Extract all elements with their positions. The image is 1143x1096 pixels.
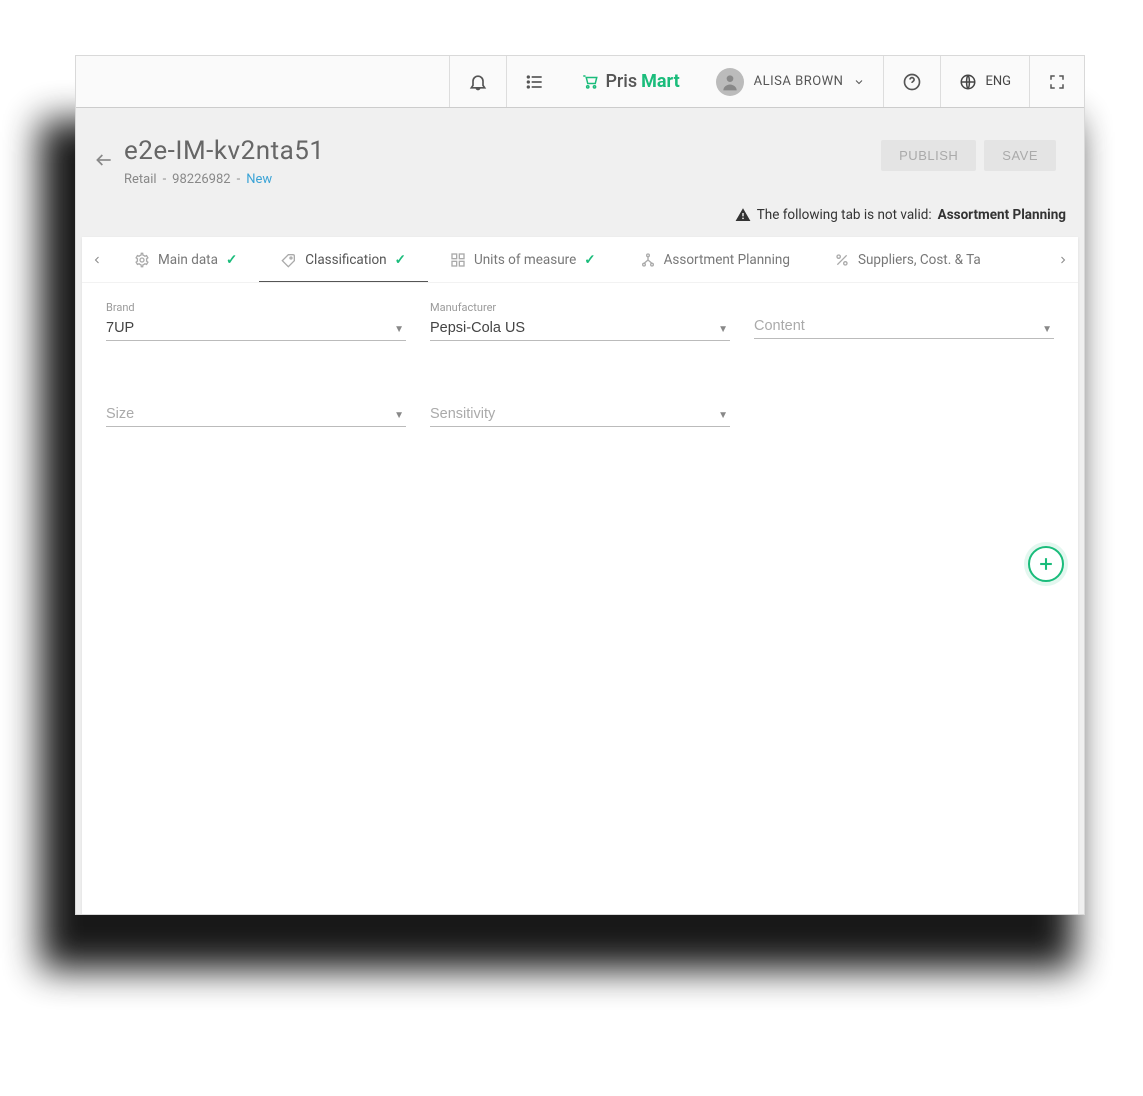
- chevron-down-icon: [853, 76, 865, 88]
- content-card: Main data ✓ Classification ✓ Units of me…: [82, 237, 1078, 914]
- brand-input[interactable]: [106, 316, 406, 341]
- warning-text: The following tab is not valid:: [757, 207, 932, 223]
- language-label: ENG: [985, 74, 1011, 89]
- person-icon: [720, 72, 740, 92]
- tab-label: Main data: [158, 252, 218, 268]
- size-input[interactable]: [106, 402, 406, 427]
- tab-assortment-planning[interactable]: Assortment Planning: [618, 237, 812, 282]
- notifications-button[interactable]: [449, 56, 506, 107]
- avatar: [716, 68, 744, 96]
- help-button[interactable]: [883, 56, 940, 107]
- logo-text-pris: Pris: [605, 71, 637, 92]
- validation-warning: The following tab is not valid: Assortme…: [76, 199, 1084, 237]
- cart-icon: [581, 73, 599, 91]
- language-selector[interactable]: ENG: [940, 56, 1029, 107]
- warning-icon: [735, 207, 751, 223]
- user-menu[interactable]: ALISA BROWN: [698, 56, 884, 107]
- back-button[interactable]: [94, 136, 114, 174]
- save-button[interactable]: SAVE: [984, 140, 1056, 171]
- breadcrumb-status: New: [246, 172, 272, 187]
- hierarchy-icon: [640, 252, 656, 268]
- content-field[interactable]: ▼: [754, 301, 1054, 341]
- tab-strip: Main data ✓ Classification ✓ Units of me…: [82, 237, 1078, 283]
- sensitivity-input[interactable]: [430, 402, 730, 427]
- chevron-left-icon: [91, 254, 103, 266]
- check-icon: ✓: [584, 252, 595, 268]
- tab-label: Units of measure: [474, 252, 576, 268]
- globe-icon: [959, 73, 977, 91]
- topbar: PrisMart ALISA BROWN ENG: [76, 56, 1084, 108]
- app-logo[interactable]: PrisMart: [563, 56, 697, 107]
- gear-icon: [134, 252, 150, 268]
- manufacturer-field[interactable]: Manufacturer ▼: [430, 301, 730, 341]
- tabs-scroll-left[interactable]: [82, 237, 112, 282]
- field-label: Brand: [106, 301, 406, 314]
- list-icon: [525, 72, 545, 92]
- breadcrumb: Retail - 98226982 - New: [124, 172, 871, 187]
- logo-text-mart: Mart: [641, 71, 680, 92]
- breadcrumb-category: Retail: [124, 172, 157, 187]
- add-fab-button[interactable]: [1028, 546, 1064, 582]
- tag-icon: [281, 252, 297, 268]
- help-icon: [902, 72, 922, 92]
- chevron-right-icon: [1057, 254, 1069, 266]
- fullscreen-button[interactable]: [1029, 56, 1084, 107]
- percent-icon: [834, 252, 850, 268]
- tab-label: Classification: [305, 252, 386, 268]
- content-input[interactable]: [754, 314, 1054, 339]
- tab-main-data[interactable]: Main data ✓: [112, 237, 259, 282]
- tabs-scroll-right[interactable]: [1048, 237, 1078, 282]
- warning-tab-name: Assortment Planning: [938, 207, 1066, 223]
- user-name: ALISA BROWN: [754, 74, 844, 89]
- breadcrumb-id: 98226982: [172, 172, 230, 187]
- check-icon: ✓: [395, 252, 406, 268]
- grid-icon: [450, 252, 466, 268]
- field-label: Manufacturer: [430, 301, 730, 314]
- bell-icon: [468, 72, 488, 92]
- tab-suppliers-cost[interactable]: Suppliers, Cost. & Ta: [812, 237, 1003, 282]
- app-window: PrisMart ALISA BROWN ENG: [75, 55, 1085, 915]
- menu-list-button[interactable]: [506, 56, 563, 107]
- sensitivity-field[interactable]: ▼: [430, 389, 730, 427]
- tab-label: Suppliers, Cost. & Ta: [858, 252, 981, 268]
- check-icon: ✓: [226, 252, 237, 268]
- brand-field[interactable]: Brand ▼: [106, 301, 406, 341]
- publish-button[interactable]: PUBLISH: [881, 140, 976, 171]
- plus-icon: [1036, 554, 1056, 574]
- size-field[interactable]: ▼: [106, 389, 406, 427]
- tab-label: Assortment Planning: [664, 252, 790, 268]
- page-header: e2e-IM-kv2nta51 Retail - 98226982 - New …: [76, 108, 1084, 199]
- page-title: e2e-IM-kv2nta51: [124, 136, 871, 166]
- arrow-left-icon: [94, 150, 114, 170]
- manufacturer-input[interactable]: [430, 316, 730, 341]
- fullscreen-icon: [1048, 73, 1066, 91]
- tab-units-of-measure[interactable]: Units of measure ✓: [428, 237, 618, 282]
- classification-form: Brand ▼ Manufacturer ▼ ▼ ▼ ▼: [82, 283, 1078, 445]
- tab-classification[interactable]: Classification ✓: [259, 237, 428, 282]
